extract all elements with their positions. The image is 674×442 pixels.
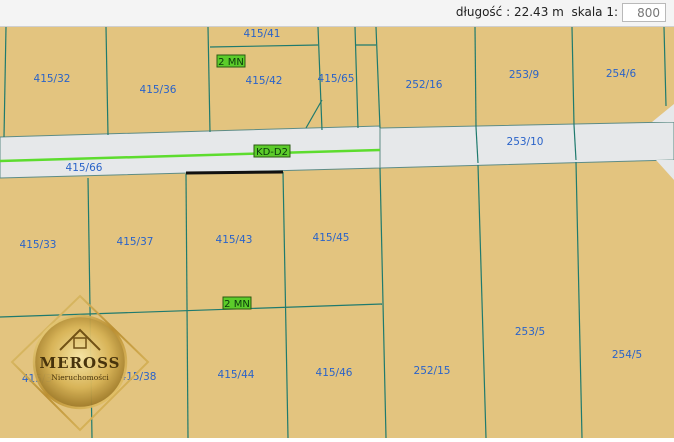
parcel-label-254-6[interactable]: 254/6 [606,68,637,80]
measured-segment[interactable] [185,170,284,175]
measure-readout: długość : 22.43 m skala 1: [456,5,618,19]
parcel-label-415-41[interactable]: 415/41 [244,28,281,40]
parcel-label-252-15[interactable]: 252/15 [414,365,451,377]
watermark-brand: MEROSS [40,354,121,372]
parcel-label-254-5[interactable]: 254/5 [612,349,642,361]
zone-label-bottom: 2 MN [224,299,250,310]
parcel-label-415-46[interactable]: 415/46 [316,367,353,379]
cadastral-map[interactable]: 2 MN KD-D2 2 MN 415/41 415/32 415/36 415… [0,0,674,439]
parcel-label-415-33[interactable]: 415/33 [20,239,57,251]
measure-value: 22.43 m [513,5,564,19]
scale-label: skala 1: [571,5,618,19]
parcel-label-415-65[interactable]: 415/65 [318,73,355,85]
parcel-label-415-43[interactable]: 415/43 [216,234,253,246]
parcel-label-415-36[interactable]: 415/36 [140,84,177,96]
road-badge[interactable]: KD-D2 [253,144,291,158]
parcel-label-415-45[interactable]: 415/45 [313,232,350,244]
parcel-label-415-44[interactable]: 415/44 [218,369,255,381]
parcel-label-253-9[interactable]: 253/9 [509,69,539,81]
watermark-tagline: Nieruchomości [51,373,109,382]
measure-label: długość : [455,5,511,19]
parcel-label-415-32[interactable]: 415/32 [34,73,71,85]
road-label: KD-D2 [256,147,288,158]
measure-toolbar: długość : 22.43 m skala 1: [0,0,674,27]
zone-label-top: 2 MN [218,57,244,68]
parcel-label-253-5[interactable]: 253/5 [515,326,545,338]
parcel-label-415-42[interactable]: 415/42 [246,75,283,87]
parcel-label-415-66[interactable]: 415/66 [66,162,103,174]
parcel-label-252-16[interactable]: 252/16 [406,79,443,91]
scale-input[interactable] [622,3,666,22]
zone-badge-bottom[interactable]: 2 MN [222,296,252,310]
map-canvas[interactable]: 2 MN KD-D2 2 MN 415/41 415/32 415/36 415… [0,0,674,439]
zone-badge-top[interactable]: 2 MN [216,54,246,68]
parcel-label-253-10[interactable]: 253/10 [507,136,544,148]
parcel-label-415-37[interactable]: 415/37 [117,236,154,248]
